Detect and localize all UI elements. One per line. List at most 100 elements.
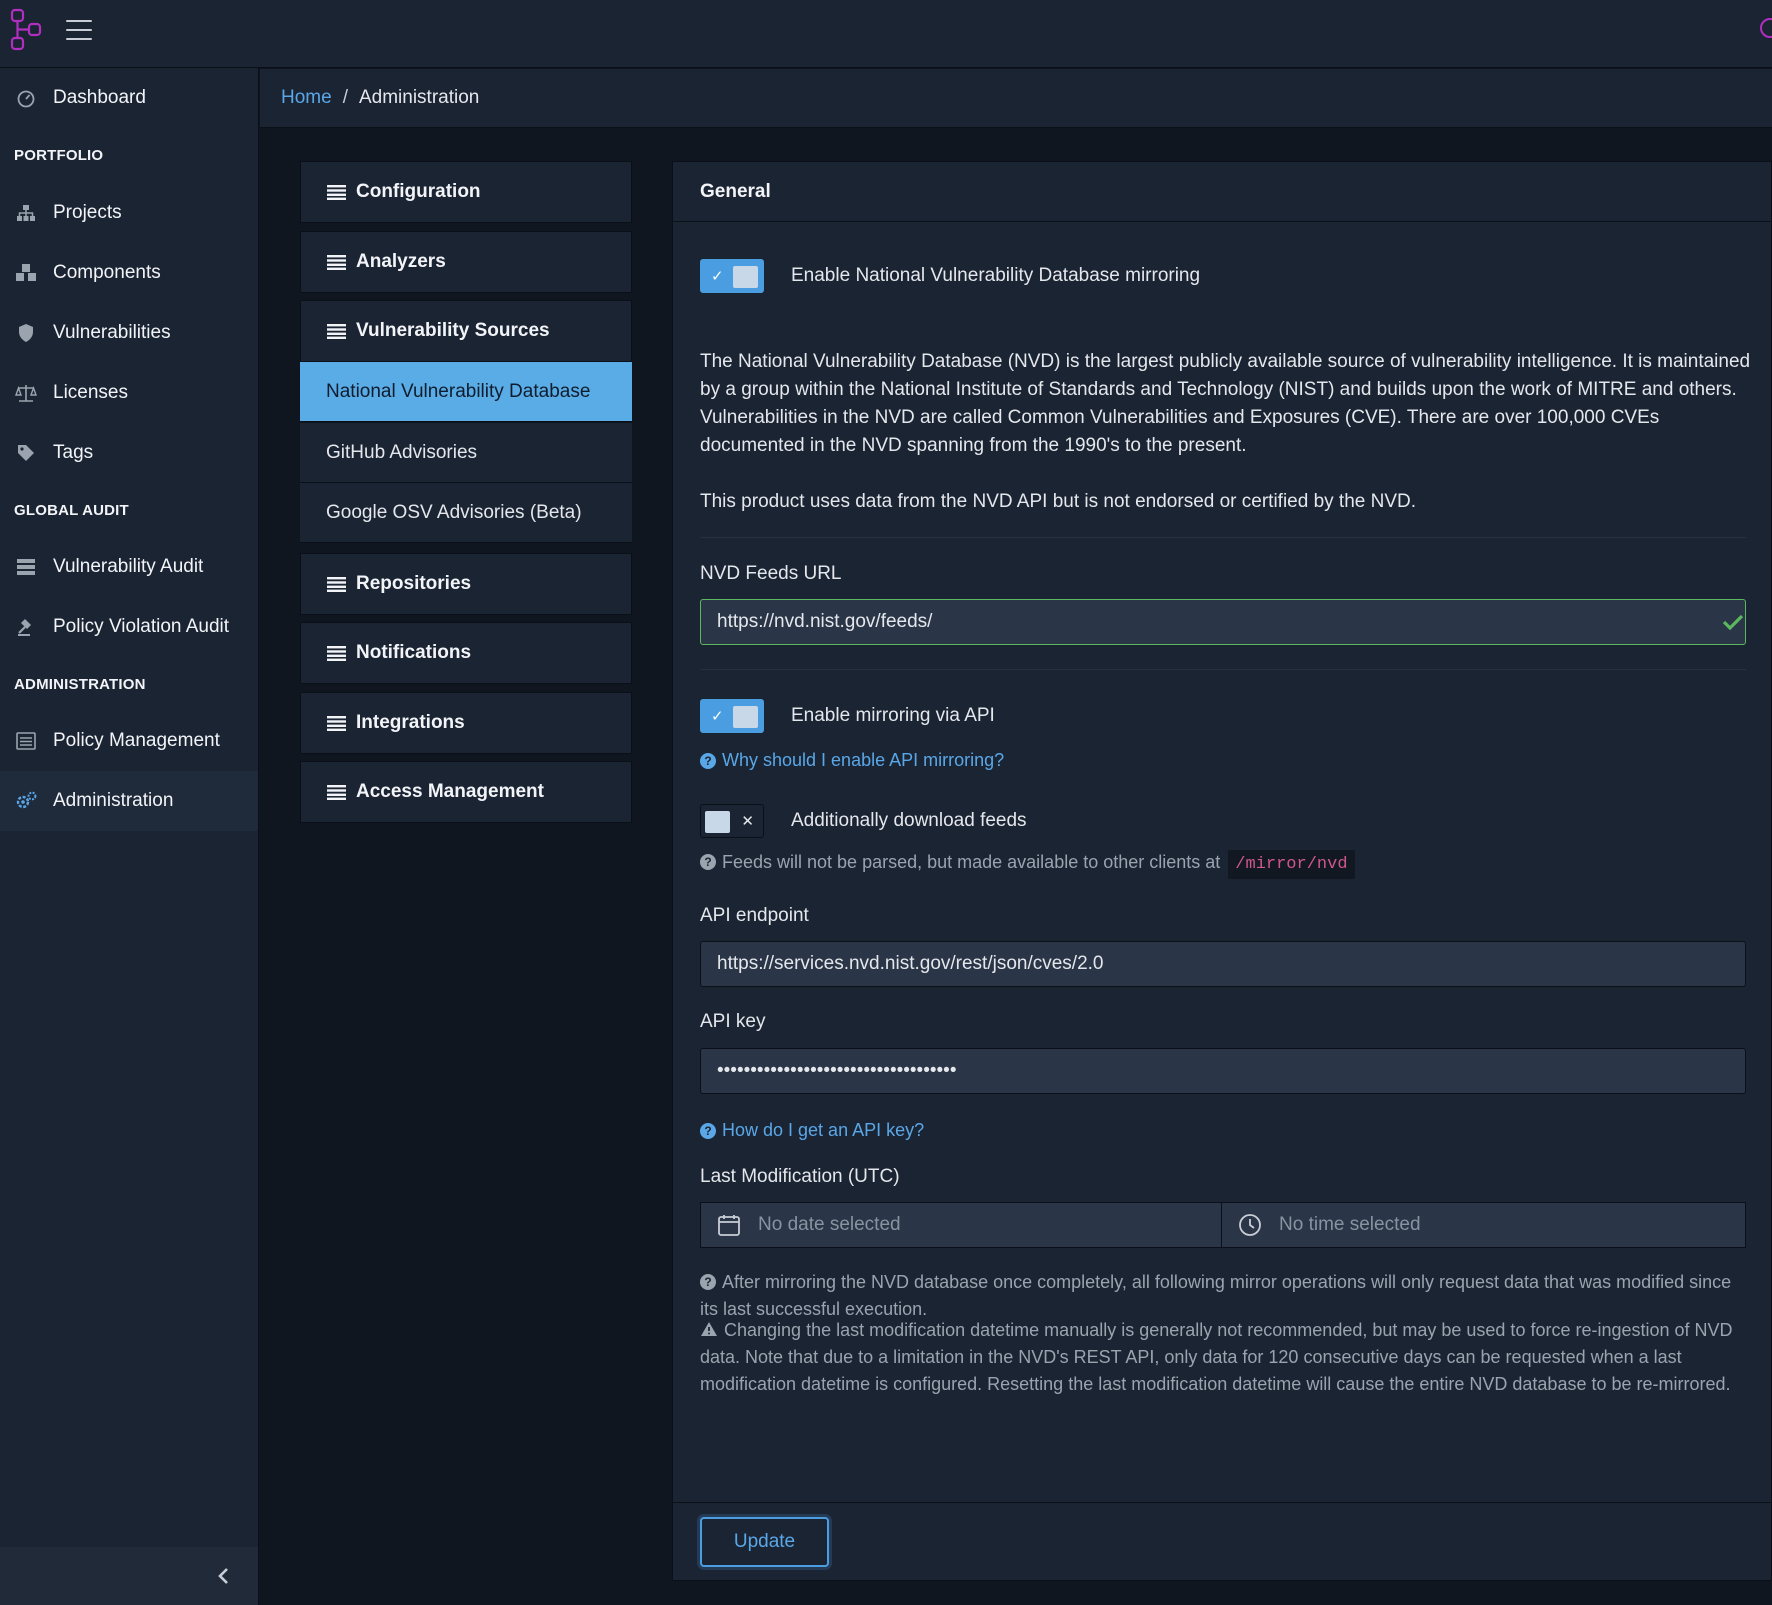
gavel-icon — [14, 615, 38, 639]
feeds-url-input[interactable] — [700, 599, 1746, 645]
mirror-path-code: /mirror/nvd — [1228, 850, 1355, 879]
last-modification-label: Last Modification (UTC) — [700, 1166, 900, 1187]
feeds-help-text: Feeds will not be parsed, but made avail… — [722, 852, 1221, 872]
tag-icon — [14, 441, 38, 465]
menu-label: Integrations — [356, 712, 465, 733]
download-feeds-label: Additionally download feeds — [791, 810, 1027, 831]
menu-item-nvd[interactable]: National Vulnerability Database — [300, 362, 632, 422]
get-api-key-text: How do I get an API key? — [722, 1120, 925, 1140]
why-api-mirroring-link[interactable]: ? Why should I enable API mirroring? — [700, 750, 1004, 771]
enable-api-mirroring-toggle[interactable]: ✓ — [700, 699, 764, 733]
sidebar-item-label: Projects — [53, 202, 122, 223]
sidebar-item-tags[interactable]: Tags — [0, 423, 258, 483]
speedometer-icon — [14, 86, 38, 110]
get-api-key-link[interactable]: ? How do I get an API key? — [700, 1120, 924, 1141]
menu-notifications[interactable]: Notifications — [300, 622, 632, 684]
time-placeholder: No time selected — [1279, 1214, 1421, 1235]
menu-item-google-osv[interactable]: Google OSV Advisories (Beta) — [300, 483, 632, 543]
enable-api-mirroring-label: Enable mirroring via API — [791, 705, 995, 726]
chevron-left-icon[interactable] — [212, 1564, 236, 1588]
api-key-input[interactable] — [700, 1048, 1746, 1094]
sidebar-item-administration[interactable]: Administration — [0, 771, 258, 831]
top-bar — [0, 0, 1772, 68]
sidebar-item-licenses[interactable]: Licenses — [0, 363, 258, 423]
list-alt-icon — [14, 729, 38, 753]
panel-title: General — [673, 162, 1772, 222]
question-circle-icon: ? — [700, 1122, 716, 1139]
bars-icon — [327, 577, 346, 592]
nvd-settings-panel: General ✓ Enable National Vulnerability … — [672, 161, 1772, 1581]
sidebar-item-components[interactable]: Components — [0, 243, 258, 303]
sidebar-item-label: Licenses — [53, 382, 128, 403]
breadcrumb-home-link[interactable]: Home — [281, 87, 332, 109]
check-icon: ✓ — [711, 708, 724, 725]
sidebar-section-portfolio: PORTFOLIO — [14, 147, 104, 164]
menu-label: Vulnerability Sources — [356, 320, 550, 341]
check-icon: ✓ — [711, 268, 724, 285]
sidebar: Dashboard PORTFOLIO Projects Components … — [0, 68, 259, 1605]
menu-label: Analyzers — [356, 251, 446, 272]
app-logo-icon[interactable] — [10, 8, 42, 52]
close-icon: ✕ — [741, 813, 754, 830]
menu-analyzers[interactable]: Analyzers — [300, 231, 632, 293]
sidebar-item-label: Administration — [53, 790, 174, 811]
question-circle-icon: ? — [700, 1274, 716, 1290]
date-picker[interactable]: No date selected — [700, 1202, 1222, 1248]
breadcrumb-current: Administration — [358, 87, 480, 108]
breadcrumb-separator: / — [342, 87, 348, 108]
why-api-mirroring-text: Why should I enable API mirroring? — [722, 750, 1005, 770]
last-mod-help-text: After mirroring the NVD database once co… — [700, 1272, 1732, 1319]
bars-icon — [327, 255, 346, 270]
bars-icon — [327, 785, 346, 800]
menu-repositories[interactable]: Repositories — [300, 553, 632, 615]
clock-icon — [1239, 1214, 1261, 1236]
nvd-disclaimer: This product uses data from the NVD API … — [700, 491, 1417, 512]
enable-nvd-mirroring-label: Enable National Vulnerability Database m… — [791, 265, 1201, 286]
sidebar-footer — [0, 1547, 258, 1605]
sidebar-item-dashboard[interactable]: Dashboard — [0, 68, 258, 128]
shield-icon — [14, 321, 38, 345]
menu-configuration[interactable]: Configuration — [300, 161, 632, 223]
menu-integrations[interactable]: Integrations — [300, 692, 632, 754]
menu-item-github-advisories[interactable]: GitHub Advisories — [300, 423, 632, 483]
bars-icon — [327, 324, 346, 339]
update-button[interactable]: Update — [700, 1517, 829, 1567]
user-avatar-icon[interactable] — [1760, 18, 1772, 38]
download-feeds-toggle[interactable]: ✕ — [700, 804, 764, 838]
sidebar-section-administration: ADMINISTRATION — [14, 676, 146, 693]
sidebar-item-policy-management[interactable]: Policy Management — [0, 711, 258, 771]
sidebar-section-global-audit: GLOBAL AUDIT — [14, 502, 129, 519]
bars-icon — [327, 646, 346, 661]
last-mod-warning-text: Changing the last modification datetime … — [700, 1320, 1733, 1394]
sidebar-item-label: Dashboard — [53, 87, 146, 108]
menu-label: Access Management — [356, 781, 544, 802]
hamburger-menu-icon[interactable] — [66, 20, 92, 42]
sidebar-item-label: Components — [53, 262, 161, 283]
sidebar-item-policy-violation-audit[interactable]: Policy Violation Audit — [0, 597, 258, 657]
sidebar-item-vulnerability-audit[interactable]: Vulnerability Audit — [0, 537, 258, 597]
menu-label: Notifications — [356, 642, 472, 663]
enable-nvd-mirroring-toggle[interactable]: ✓ — [700, 259, 764, 293]
sidebar-item-label: Policy Violation Audit — [53, 616, 230, 637]
api-endpoint-input[interactable] — [700, 941, 1746, 987]
sidebar-item-label: Vulnerabilities — [53, 322, 171, 343]
valid-check-icon — [1722, 614, 1744, 631]
time-picker[interactable]: No time selected — [1221, 1202, 1746, 1248]
sidebar-item-vulnerabilities[interactable]: Vulnerabilities — [0, 303, 258, 363]
sidebar-item-label: Policy Management — [53, 730, 220, 751]
breadcrumb: Home / Administration — [260, 69, 1772, 128]
date-placeholder: No date selected — [758, 1214, 901, 1235]
menu-access-management[interactable]: Access Management — [300, 761, 632, 823]
menu-vulnerability-sources[interactable]: Vulnerability Sources — [300, 300, 632, 362]
question-circle-icon: ? — [700, 854, 716, 870]
menu-label: Repositories — [356, 573, 472, 594]
last-mod-help: ? After mirroring the NVD database once c… — [700, 1269, 1746, 1323]
sidebar-item-label: Vulnerability Audit — [53, 556, 204, 577]
sidebar-item-label: Tags — [53, 442, 94, 463]
menu-label: Configuration — [356, 181, 481, 202]
feeds-help: ? Feeds will not be parsed, but made avai… — [700, 849, 1746, 879]
question-circle-icon: ? — [700, 752, 716, 769]
sitemap-icon — [14, 201, 38, 225]
sidebar-item-projects[interactable]: Projects — [0, 183, 258, 243]
api-key-label: API key — [700, 1011, 766, 1032]
